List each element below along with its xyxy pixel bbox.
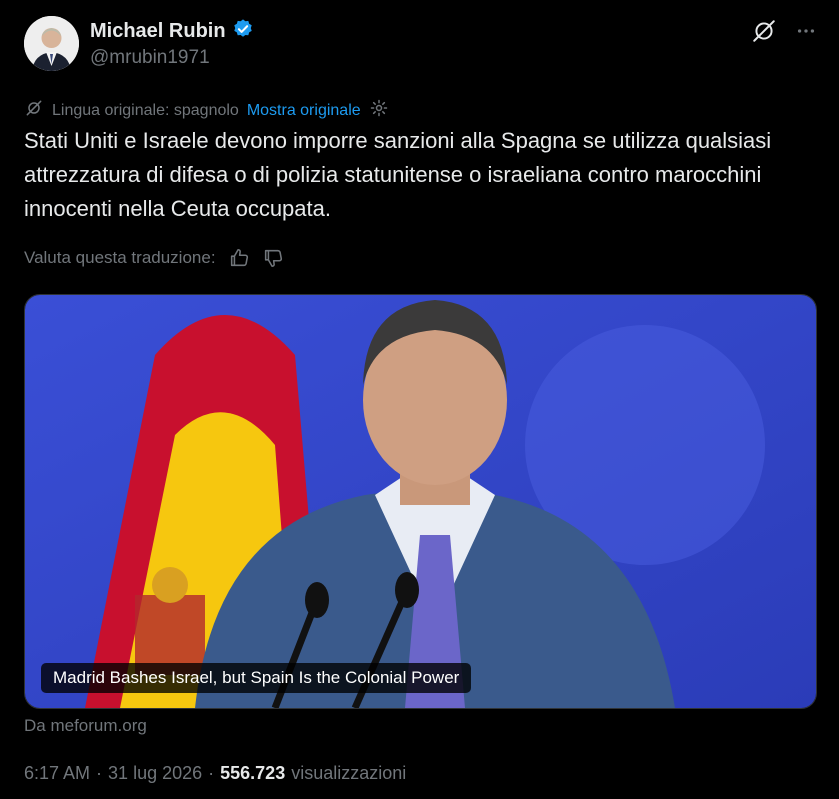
avatar[interactable]	[24, 16, 79, 71]
show-original-link[interactable]: Mostra originale	[247, 102, 361, 120]
card-title: Madrid Bashes Israel, but Spain Is the C…	[41, 663, 472, 693]
tweet-date[interactable]: 31 lug 2026	[108, 763, 202, 784]
settings-icon[interactable]	[369, 98, 389, 123]
thumbs-up-icon[interactable]	[228, 247, 250, 269]
author-name-row[interactable]: Michael Rubin	[90, 18, 254, 45]
author-name[interactable]: Michael Rubin	[90, 20, 226, 43]
separator: ·	[208, 763, 215, 783]
author-handle[interactable]: @mrubin1971	[90, 47, 210, 69]
original-language-label: Lingua originale: spagnolo	[52, 101, 239, 119]
tweet-meta: 6:17 AM · 31 lug 2026 · 556.723 visualiz…	[24, 763, 406, 784]
views-label: visualizzazioni	[291, 763, 407, 783]
card-source[interactable]: Da meforum.org	[24, 716, 147, 736]
separator: ·	[96, 763, 103, 783]
verified-badge-icon	[232, 18, 254, 45]
tweet-text: Stati Uniti e Israele devono imporre san…	[24, 128, 772, 221]
card-image	[25, 295, 816, 708]
translate-icon	[24, 98, 44, 123]
tweet-actions-top	[751, 18, 817, 44]
thumbs-down-icon[interactable]	[262, 247, 284, 269]
more-icon[interactable]	[795, 20, 817, 42]
rate-translation-label: Valuta questa traduzione:	[24, 248, 216, 267]
link-card[interactable]: Madrid Bashes Israel, but Spain Is the C…	[24, 294, 817, 709]
grok-icon[interactable]	[751, 18, 777, 44]
views-count: 556.723	[220, 763, 286, 783]
tweet-time[interactable]: 6:17 AM	[24, 763, 90, 784]
rate-translation: Valuta questa traduzione:	[24, 247, 284, 269]
translation-info: Lingua originale: spagnolo Mostra origin…	[24, 98, 389, 123]
